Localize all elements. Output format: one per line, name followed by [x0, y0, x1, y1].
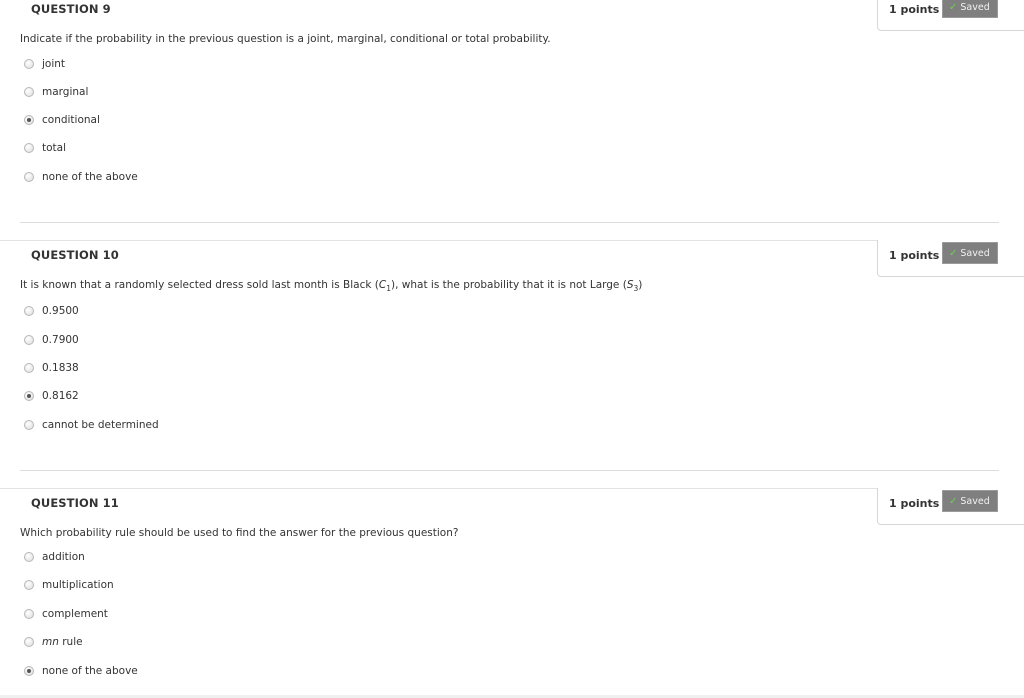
question-text: It is known that a randomly selected dre…: [20, 279, 642, 293]
radio-button[interactable]: [24, 335, 34, 345]
italic-term: mn: [42, 636, 59, 648]
option-label: none of the above: [42, 171, 138, 183]
divider: [20, 470, 999, 471]
radio-button[interactable]: [24, 637, 34, 647]
option-label: cannot be determined: [42, 419, 159, 431]
question-title: QUESTION 11: [31, 496, 119, 510]
saved-label: Saved: [960, 2, 990, 13]
option-0-1838[interactable]: 0.1838: [24, 360, 324, 376]
points-label: 1 points: [889, 497, 940, 510]
saved-label: Saved: [960, 248, 990, 259]
question-text: Which probability rule should be used to…: [20, 527, 459, 539]
radio-button-selected[interactable]: [24, 391, 34, 401]
points-label: 1 points: [889, 3, 940, 16]
points-label: 1 points: [889, 249, 940, 262]
radio-button[interactable]: [24, 143, 34, 153]
radio-button-selected[interactable]: [24, 115, 34, 125]
saved-status-badge: ✓ Saved: [942, 0, 998, 18]
points-box: 1 points ✓ Saved: [877, 488, 1024, 525]
question-title: QUESTION 9: [31, 2, 111, 16]
checkmark-icon: ✓: [949, 248, 958, 259]
saved-label: Saved: [960, 496, 990, 507]
question-text: Indicate if the probability in the previ…: [20, 33, 551, 45]
option-label: conditional: [42, 114, 100, 126]
radio-button[interactable]: [24, 420, 34, 430]
option-joint[interactable]: joint: [24, 56, 324, 72]
option-complement[interactable]: complement: [24, 606, 324, 622]
question-header: QUESTION 10 1 points ✓ Saved: [0, 240, 1024, 280]
option-label: mn rule: [42, 636, 83, 648]
option-none-of-the-above[interactable]: none of the above: [24, 663, 324, 679]
text-segment: It is known that a randomly selected dre…: [20, 279, 379, 291]
option-label: joint: [42, 58, 66, 70]
option-label: marginal: [42, 86, 89, 98]
text-segment: ): [638, 279, 643, 291]
option-label: none of the above: [42, 665, 138, 677]
option-addition[interactable]: addition: [24, 549, 324, 565]
question-title: QUESTION 10: [31, 248, 119, 262]
points-box: 1 points ✓ Saved: [877, 0, 1024, 31]
option-0-7900[interactable]: 0.7900: [24, 332, 324, 348]
question-header: QUESTION 9 1 points ✓ Saved: [0, 0, 1024, 34]
radio-button-selected[interactable]: [24, 666, 34, 676]
variable: S: [626, 279, 634, 291]
radio-button[interactable]: [24, 306, 34, 316]
option-conditional[interactable]: conditional: [24, 112, 324, 128]
option-label: 0.7900: [42, 334, 79, 346]
option-mn-rule[interactable]: mn rule: [24, 634, 324, 650]
checkmark-icon: ✓: [949, 496, 958, 507]
checkmark-icon: ✓: [949, 2, 958, 13]
saved-status-badge: ✓ Saved: [942, 490, 998, 512]
radio-button[interactable]: [24, 363, 34, 373]
option-marginal[interactable]: marginal: [24, 84, 324, 100]
section-border: [0, 488, 1024, 489]
option-0-8162[interactable]: 0.8162: [24, 388, 324, 404]
radio-button[interactable]: [24, 609, 34, 619]
option-label: 0.8162: [42, 390, 79, 402]
option-label: total: [42, 142, 67, 154]
radio-button[interactable]: [24, 172, 34, 182]
option-label: addition: [42, 551, 85, 563]
radio-button[interactable]: [24, 87, 34, 97]
option-label: complement: [42, 608, 108, 620]
option-label: multiplication: [42, 579, 114, 591]
label-text: rule: [62, 636, 83, 648]
option-total[interactable]: total: [24, 140, 324, 156]
divider: [20, 222, 999, 223]
question-header: QUESTION 11 1 points ✓ Saved: [0, 488, 1024, 528]
option-none-of-the-above[interactable]: none of the above: [24, 169, 324, 185]
section-border: [0, 240, 1024, 241]
option-label: 0.9500: [42, 305, 79, 317]
saved-status-badge: ✓ Saved: [942, 242, 998, 264]
radio-button[interactable]: [24, 580, 34, 590]
radio-button[interactable]: [24, 59, 34, 69]
option-multiplication[interactable]: multiplication: [24, 577, 324, 593]
option-0-9500[interactable]: 0.9500: [24, 303, 324, 319]
text-segment: ), what is the probability that it is no…: [391, 279, 627, 291]
radio-button[interactable]: [24, 552, 34, 562]
option-cannot-be-determined[interactable]: cannot be determined: [24, 417, 324, 433]
option-label: 0.1838: [42, 362, 79, 374]
points-box: 1 points ✓ Saved: [877, 240, 1024, 277]
